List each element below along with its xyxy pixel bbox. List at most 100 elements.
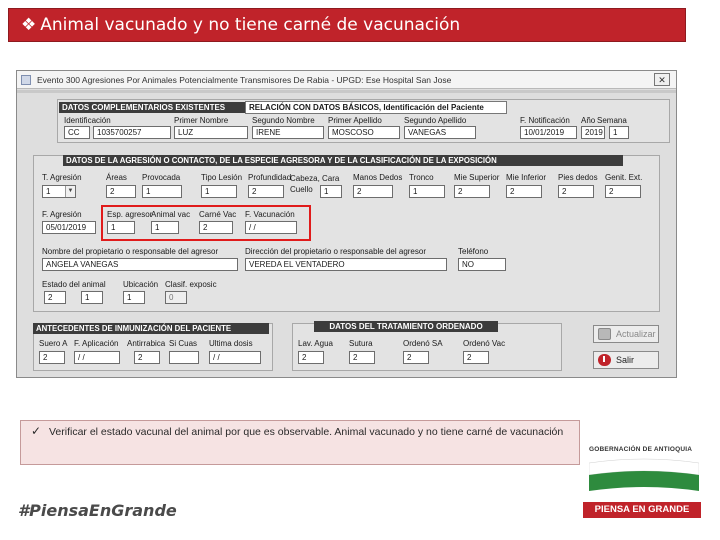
field-manos-dedos[interactable]: 2 <box>353 185 393 198</box>
label-telefono: Teléfono <box>458 247 489 256</box>
actualizar-button-label: Actualizar <box>616 329 656 339</box>
field-estado-animal-2[interactable]: 1 <box>81 291 103 304</box>
label-clasif-exposic: Clasif. exposic <box>165 280 217 289</box>
field-ordeno-vac[interactable]: 2 <box>463 351 489 364</box>
label-mie-superior: Mie Superior <box>454 173 500 182</box>
label-f-notificacion: F. Notificación <box>520 116 570 125</box>
label-f-agresion: F. Agresión <box>42 210 82 219</box>
header-tratamiento: DATOS DEL TRATAMIENTO ORDENADO <box>314 321 498 332</box>
checkmark-icon: ✓ <box>31 424 42 438</box>
field-provocada[interactable]: 1 <box>142 185 182 198</box>
field-propietario[interactable]: ANGELA VANEGAS <box>42 258 238 271</box>
hashtag-text: #PiensaEnGrande <box>18 501 177 520</box>
header-datos-agresion: DATOS DE LA AGRESIÓN O CONTACTO, DE LA E… <box>63 155 623 166</box>
app-icon <box>21 75 31 85</box>
field-f-notificacion[interactable]: 10/01/2019 <box>520 126 577 139</box>
salir-button[interactable]: Salir <box>593 351 659 369</box>
flag-wave-icon <box>589 458 699 491</box>
gobernacion-logo: GOBERNACIÓN DE ANTIOQUIA PIENSA EN GRAND… <box>583 440 701 522</box>
field-numero-identificacion[interactable]: 1035700257 <box>93 126 171 139</box>
diamond-bullet-icon: ❖ <box>21 15 37 35</box>
label-ordeno-vac: Ordenó Vac <box>463 339 506 348</box>
field-si-cuas[interactable] <box>169 351 199 364</box>
header-relacion-datos-basicos: RELACIÓN CON DATOS BÁSICOS, Identificaci… <box>245 101 507 114</box>
power-icon <box>598 354 611 366</box>
header-datos-complementarios: DATOS COMPLEMENTARIOS EXISTENTES <box>59 102 249 113</box>
logo-gov-text: GOBERNACIÓN DE ANTIOQUIA <box>589 446 693 453</box>
field-f-aplicacion[interactable]: / / <box>74 351 120 364</box>
label-propietario: Nombre del propietario o responsable del… <box>42 247 219 256</box>
field-ultima-dosis[interactable]: / / <box>209 351 261 364</box>
field-sutura[interactable]: 2 <box>349 351 375 364</box>
field-primer-apellido[interactable]: MOSCOSO <box>328 126 400 139</box>
label-ordeno-sa: Ordenó SA <box>403 339 443 348</box>
window-titlebar[interactable]: Evento 300 Agresiones Por Animales Poten… <box>17 71 676 89</box>
label-mie-inferior: Mie Inferior <box>506 173 547 182</box>
field-areas[interactable]: 2 <box>106 185 136 198</box>
field-pies-dedos[interactable]: 2 <box>558 185 594 198</box>
field-profundidad[interactable]: 2 <box>248 185 284 198</box>
label-antirrabica: Antirrabica <box>127 339 166 348</box>
field-genit-ext[interactable]: 2 <box>605 185 641 198</box>
label-genit-ext: Genit. Ext. <box>605 173 643 182</box>
field-ano[interactable]: 2019 <box>581 126 605 139</box>
field-telefono[interactable]: NO <box>458 258 506 271</box>
label-f-aplicacion: F. Aplicación <box>74 339 119 348</box>
close-icon[interactable]: ✕ <box>654 73 670 86</box>
label-si-cuas: Si Cuas <box>169 339 198 348</box>
label-t-agresion: T. Agresión <box>42 173 82 182</box>
label-ubicacion: Ubicación <box>123 280 159 289</box>
label-manos-dedos: Manos Dedos <box>353 173 403 182</box>
label-ultima-dosis: Ultima dosis <box>209 339 253 348</box>
chevron-down-icon[interactable]: ▼ <box>65 186 75 197</box>
app-window: Evento 300 Agresiones Por Animales Poten… <box>16 70 677 378</box>
label-pies-dedos: Pies dedos <box>558 173 598 182</box>
field-f-agresion[interactable]: 05/01/2019 <box>42 221 96 234</box>
label-primer-apellido: Primer Apellido <box>328 116 382 125</box>
label-primer-nombre: Primer Nombre <box>174 116 229 125</box>
field-mie-superior[interactable]: 2 <box>454 185 490 198</box>
field-tipo-lesion[interactable]: 1 <box>201 185 237 198</box>
combo-t-agresion-value: 1 <box>46 187 51 196</box>
actualizar-button[interactable]: Actualizar <box>593 325 659 343</box>
toolbar-strip <box>17 90 676 93</box>
label-ano: Año <box>581 116 596 125</box>
field-ubicacion[interactable]: 1 <box>123 291 145 304</box>
label-estado-animal: Estado del animal <box>42 280 106 289</box>
header-antecedentes-inmunizacion: ANTECEDENTES DE INMUNIZACIÓN DEL PACIENT… <box>33 323 269 334</box>
label-profundidad: Profundidad <box>248 173 292 182</box>
field-direccion[interactable]: VEREDA EL VENTADERO <box>245 258 447 271</box>
label-semana: Semana <box>597 116 627 125</box>
label-areas: Áreas <box>106 173 127 182</box>
field-cabeza[interactable]: 1 <box>320 185 342 198</box>
field-suero[interactable]: 2 <box>39 351 65 364</box>
label-lav-agua: Lav. Agua <box>298 339 333 348</box>
field-ordeno-sa[interactable]: 2 <box>403 351 429 364</box>
field-primer-nombre[interactable]: LUZ <box>174 126 248 139</box>
salir-button-label: Salir <box>616 355 635 365</box>
field-mie-inferior[interactable]: 2 <box>506 185 542 198</box>
label-tipo-lesion: Tipo Lesión <box>201 173 243 182</box>
window-title: Evento 300 Agresiones Por Animales Poten… <box>37 75 452 85</box>
field-lav-agua[interactable]: 2 <box>298 351 324 364</box>
field-segundo-nombre[interactable]: IRENE <box>252 126 324 139</box>
label-segundo-apellido: Segundo Apellido <box>404 116 467 125</box>
highlight-vacunacion-box <box>101 205 311 241</box>
label-suero: Suero A <box>39 339 68 348</box>
label-direccion: Dirección del propietario o responsable … <box>245 247 426 256</box>
field-tronco[interactable]: 1 <box>409 185 445 198</box>
field-clasif-exposic[interactable]: 0 <box>165 291 187 304</box>
label-segundo-nombre: Segundo Nombre <box>252 116 315 125</box>
field-segundo-apellido[interactable]: VANEGAS <box>404 126 476 139</box>
label-sutura: Sutura <box>349 339 373 348</box>
field-semana[interactable]: 1 <box>609 126 629 139</box>
field-tipo-identificacion[interactable]: CC <box>64 126 90 139</box>
logo-brand-text: PIENSA EN GRANDE <box>583 502 701 518</box>
refresh-icon <box>598 328 611 340</box>
field-estado-animal[interactable]: 2 <box>44 291 66 304</box>
combo-t-agresion[interactable]: 1 ▼ <box>42 185 76 198</box>
label-provocada: Provocada <box>142 173 181 182</box>
label-identificacion: Identificación <box>64 116 111 125</box>
field-antirrabica[interactable]: 2 <box>134 351 160 364</box>
label-tronco: Tronco <box>409 173 434 182</box>
